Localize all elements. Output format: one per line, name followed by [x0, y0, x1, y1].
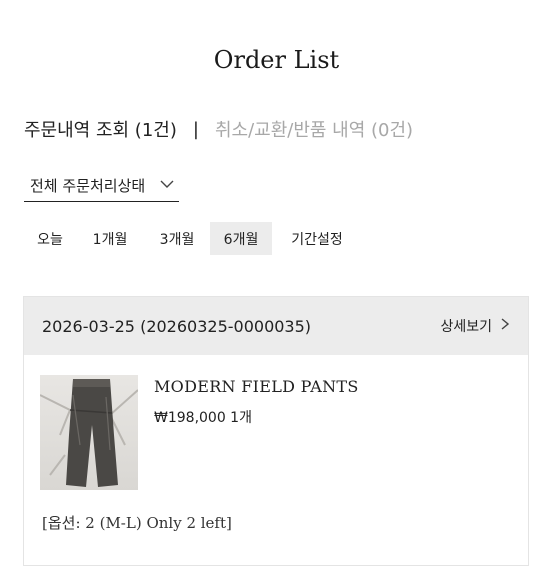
order-detail-label: 상세보기	[440, 319, 492, 335]
page-title: Order List	[213, 46, 340, 74]
order-status-value: 전체 주문처리상태	[30, 177, 146, 195]
chevron-down-icon	[159, 176, 175, 196]
order-status-select[interactable]: 전체 주문처리상태	[24, 170, 179, 202]
order-number: 2026-03-25 (20260325-0000035)	[42, 316, 312, 336]
product-option: [옵션: 2 (M-L) Only 2 left]	[42, 514, 232, 532]
period-1month-button[interactable]: 1개월	[76, 222, 144, 255]
product-name[interactable]: MODERN FIELD PANTS	[154, 377, 359, 396]
order-card: 2026-03-25 (20260325-0000035) 상세보기 MODER…	[23, 296, 529, 566]
order-detail-link[interactable]: 상세보기	[440, 316, 510, 336]
order-header: 2026-03-25 (20260325-0000035) 상세보기	[24, 297, 528, 355]
order-tabs: 주문내역 조회 (1건) | 취소/교환/반품 내역 (0건)	[24, 116, 413, 142]
tab-separator: |	[192, 118, 199, 140]
period-today-button[interactable]: 오늘	[24, 222, 76, 255]
period-6month-button[interactable]: 6개월	[210, 222, 272, 255]
product-price-quantity: ₩198,000 1개	[154, 410, 252, 426]
period-3month-button[interactable]: 3개월	[144, 222, 210, 255]
tab-order-history[interactable]: 주문내역 조회 (1건)	[24, 116, 177, 142]
chevron-right-icon	[500, 317, 510, 335]
tab-cancel-exchange-return[interactable]: 취소/교환/반품 내역 (0건)	[215, 116, 413, 142]
product-image[interactable]	[40, 375, 138, 490]
period-custom-button[interactable]: 기간설정	[272, 222, 362, 255]
period-filter: 오늘 1개월 3개월 6개월 기간설정	[24, 222, 362, 255]
